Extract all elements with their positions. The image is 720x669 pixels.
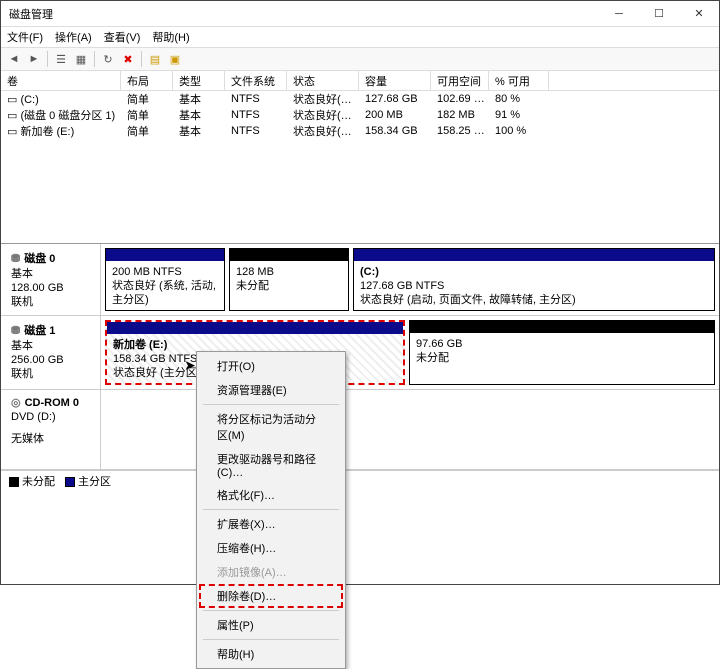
ctx-change-letter[interactable]: 更改驱动器号和路径(C)…: [199, 447, 343, 483]
legend: 未分配 主分区: [1, 470, 719, 490]
volume-row[interactable]: ▭ (磁盘 0 磁盘分区 1) 简单基本 NTFS状态良好(… 200 MB18…: [1, 107, 719, 123]
up-icon[interactable]: ☰: [52, 50, 70, 68]
col-type[interactable]: 类型: [173, 71, 225, 90]
partition-c[interactable]: (C:)127.68 GB NTFS状态良好 (启动, 页面文件, 故障转储, …: [353, 248, 715, 311]
ctx-add-mirror: 添加镜像(A)…: [199, 560, 343, 584]
ctx-shrink[interactable]: 压缩卷(H)…: [199, 536, 343, 560]
disk-name: CD-ROM 0: [11, 396, 90, 409]
ctx-open[interactable]: 打开(O): [199, 354, 343, 378]
refresh-icon[interactable]: ↻: [99, 50, 117, 68]
ctx-mark-active[interactable]: 将分区标记为活动分区(M): [199, 407, 343, 447]
partition-unalloc[interactable]: 128 MB未分配: [229, 248, 349, 311]
window-title: 磁盘管理: [9, 6, 599, 22]
menubar: 文件(F) 操作(A) 查看(V) 帮助(H): [1, 27, 719, 47]
menu-help[interactable]: 帮助(H): [152, 29, 189, 45]
ctx-extend[interactable]: 扩展卷(X)…: [199, 512, 343, 536]
delete-icon[interactable]: ✖: [119, 50, 137, 68]
minimize-button[interactable]: ─: [599, 1, 639, 27]
maximize-button[interactable]: ☐: [639, 1, 679, 27]
list-icon[interactable]: ▤: [146, 50, 164, 68]
help-icon[interactable]: ▣: [166, 50, 184, 68]
volume-row[interactable]: ▭ 新加卷 (E:) 简单基本 NTFS状态良好(… 158.34 GB158.…: [1, 123, 719, 139]
col-filesystem[interactable]: 文件系统: [225, 71, 287, 90]
menu-action[interactable]: 操作(A): [55, 29, 92, 45]
disk-name: 磁盘 0: [11, 250, 90, 266]
menu-file[interactable]: 文件(F): [7, 29, 43, 45]
col-layout[interactable]: 布局: [121, 71, 173, 90]
ctx-delete-volume[interactable]: 删除卷(D)…: [199, 584, 343, 608]
disk-row-1[interactable]: 磁盘 1 基本 256.00 GB 联机 新加卷 (E:)158.34 GB N…: [1, 316, 719, 390]
volume-header: 卷 布局 类型 文件系统 状态 容量 可用空间 % 可用: [1, 71, 719, 91]
col-capacity[interactable]: 容量: [359, 71, 431, 90]
disk-graph: 磁盘 0 基本 128.00 GB 联机 200 MB NTFS状态良好 (系统…: [1, 243, 719, 470]
col-status[interactable]: 状态: [287, 71, 359, 90]
volume-row[interactable]: ▭ (C:) 简单基本 NTFS状态良好(… 127.68 GB102.69 ……: [1, 91, 719, 107]
back-icon[interactable]: ◄: [5, 50, 23, 68]
partition-unalloc[interactable]: 97.66 GB未分配: [409, 320, 715, 385]
col-percent[interactable]: % 可用: [489, 71, 549, 90]
col-free[interactable]: 可用空间: [431, 71, 489, 90]
toolbar: ◄ ► ☰ ▦ ↻ ✖ ▤ ▣: [1, 47, 719, 71]
context-menu: 打开(O) 资源管理器(E) 将分区标记为活动分区(M) 更改驱动器号和路径(C…: [196, 351, 346, 669]
menu-view[interactable]: 查看(V): [104, 29, 141, 45]
forward-icon[interactable]: ►: [25, 50, 43, 68]
ctx-help[interactable]: 帮助(H): [199, 642, 343, 666]
close-button[interactable]: ✕: [679, 1, 719, 27]
ctx-format[interactable]: 格式化(F)…: [199, 483, 343, 507]
ctx-properties[interactable]: 属性(P): [199, 613, 343, 637]
col-volume[interactable]: 卷: [1, 71, 121, 90]
partition-system[interactable]: 200 MB NTFS状态良好 (系统, 活动, 主分区): [105, 248, 225, 311]
props-icon[interactable]: ▦: [72, 50, 90, 68]
disk-row-cdrom[interactable]: CD-ROM 0 DVD (D:) 无媒体: [1, 390, 719, 470]
disk-row-0[interactable]: 磁盘 0 基本 128.00 GB 联机 200 MB NTFS状态良好 (系统…: [1, 244, 719, 316]
ctx-explorer[interactable]: 资源管理器(E): [199, 378, 343, 402]
volume-list[interactable]: 卷 布局 类型 文件系统 状态 容量 可用空间 % 可用 ▭ (C:) 简单基本…: [1, 71, 719, 243]
disk-name: 磁盘 1: [11, 322, 90, 338]
